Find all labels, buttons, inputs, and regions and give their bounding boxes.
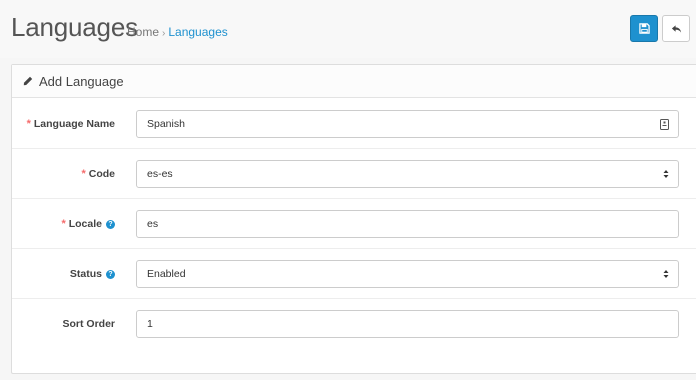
form-row-sort-order: Sort Order 1: [12, 299, 696, 349]
status-label: Status ?: [70, 249, 115, 299]
status-label-text: Status: [69, 268, 102, 280]
breadcrumb-separator: ›: [162, 28, 166, 39]
breadcrumb: Home › Languages: [127, 25, 228, 39]
form-row-status: Status ? Enabled: [12, 249, 696, 299]
sort-order-value: 1: [147, 318, 153, 330]
required-marker: *: [81, 168, 86, 180]
page-title: Languages: [11, 12, 138, 42]
form-row-code: * Code es-es: [12, 149, 696, 199]
sort-order-input[interactable]: 1: [136, 310, 679, 338]
form-row-locale: * Locale ? es: [12, 199, 696, 249]
page-header: Languages Home › Languages: [0, 0, 696, 58]
reply-arrow-icon: [671, 24, 681, 33]
pencil-icon: [23, 76, 33, 86]
language-name-label-text: Language Name: [33, 118, 115, 130]
add-language-panel: Add Language * Language Name Spanish * C…: [11, 64, 696, 374]
select-arrows-icon: [663, 261, 669, 287]
panel-title: Add Language: [39, 73, 124, 89]
language-name-value: Spanish: [147, 118, 185, 130]
code-label-text: Code: [88, 168, 115, 180]
code-select[interactable]: es-es: [136, 160, 679, 188]
language-name-label: * Language Name: [27, 99, 115, 149]
question-circle-icon[interactable]: ?: [106, 269, 115, 279]
select-arrows-icon: [663, 161, 669, 187]
save-button[interactable]: [630, 15, 658, 42]
status-select[interactable]: Enabled: [136, 260, 679, 288]
floppy-disk-icon: [638, 23, 650, 34]
breadcrumb-languages[interactable]: Languages: [168, 25, 227, 39]
locale-label: * Locale ?: [61, 199, 115, 249]
panel-heading: Add Language: [12, 65, 696, 98]
required-marker: *: [26, 118, 31, 130]
locale-input[interactable]: es: [136, 210, 679, 238]
contact-card-icon: [660, 111, 669, 137]
status-value: Enabled: [147, 268, 186, 280]
locale-label-text: Locale: [68, 218, 102, 230]
breadcrumb-home[interactable]: Home: [127, 25, 159, 39]
sort-order-label: Sort Order: [62, 299, 115, 349]
required-marker: *: [61, 218, 66, 230]
back-button[interactable]: [662, 15, 690, 42]
locale-value: es: [147, 218, 159, 230]
code-value: es-es: [147, 168, 173, 180]
language-name-input[interactable]: Spanish: [136, 110, 679, 138]
code-label: * Code: [81, 149, 115, 199]
form-row-language-name: * Language Name Spanish: [12, 99, 696, 149]
sort-order-label-text: Sort Order: [62, 318, 115, 330]
question-circle-icon[interactable]: ?: [106, 219, 115, 229]
